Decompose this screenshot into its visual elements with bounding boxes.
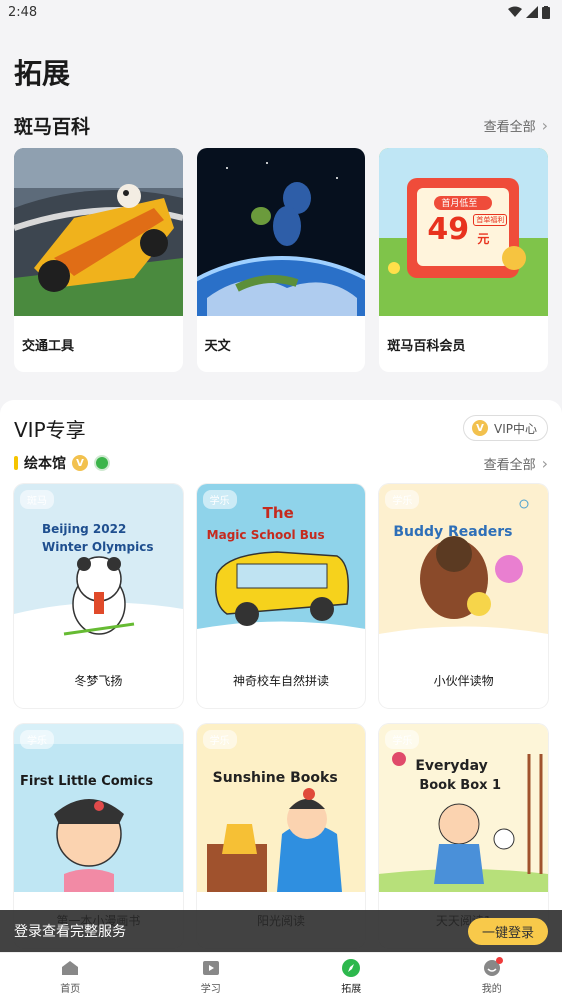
encyclopedia-header: 斑马百科 查看全部 ›: [0, 108, 562, 142]
login-banner-text: 登录查看完整服务: [14, 924, 126, 940]
picture-book-title-group: 绘本馆 V: [14, 453, 110, 473]
book-cover: 斑马 Beijing 2022 Winter Olympics: [14, 484, 183, 652]
tab-label: 我的: [481, 984, 502, 995]
book-cover: 学乐 Buddy Readers: [379, 484, 549, 652]
profile-icon: [483, 957, 503, 977]
green-badge-icon: [94, 455, 110, 471]
vip-header: VIP专享 V VIP中心: [0, 414, 562, 442]
promo-unit: 元: [477, 232, 490, 246]
encyclopedia-card-membership[interactable]: 首月低至 49 元 首单福利 斑马百科会员: [379, 148, 549, 372]
compass-icon: [342, 959, 361, 977]
promo-price: 49: [427, 212, 470, 247]
bottom-tab-bar: 首页 学习 拓展 我的: [0, 952, 562, 1001]
one-click-login-button[interactable]: 一键登录: [467, 917, 548, 945]
tab-label: 学习: [200, 984, 221, 995]
see-all-label: 查看全部: [483, 119, 536, 135]
book-cover-text: Buddy Readers: [393, 524, 513, 540]
book-cover-text: Book Box 1: [419, 778, 502, 793]
page-title: 拓展: [14, 57, 71, 90]
encyclopedia-cards: 交通工具 天文 首月低至 49 元 首单福利 斑马百科会员: [0, 148, 562, 372]
book-tag: 斑马: [20, 490, 54, 509]
vip-badge-icon: V: [72, 455, 88, 471]
status-bar: 2:48: [0, 0, 562, 24]
book-tag: 学乐: [202, 730, 237, 749]
promo-top-text: 首月低至: [441, 199, 478, 209]
race-car-thumbnail: [14, 148, 183, 316]
book-title: 小伙伴读物: [433, 673, 494, 688]
earth-thumbnail: [196, 148, 366, 316]
book-cover: 学乐 The Magic School Bus: [196, 484, 366, 652]
encyclopedia-title: 斑马百科: [14, 115, 91, 138]
book-cover-text: The: [262, 504, 294, 522]
status-icons: [508, 5, 550, 19]
wifi-icon: [508, 6, 522, 17]
book-tag: 学乐: [385, 490, 420, 509]
book-cover-text: Everyday: [415, 758, 488, 774]
tab-label: 拓展: [341, 984, 362, 995]
battery-icon: [542, 5, 550, 19]
book-tag: 学乐: [20, 730, 54, 749]
home-icon: [61, 959, 79, 977]
login-banner: 登录查看完整服务 一键登录: [0, 910, 562, 952]
encyclopedia-card-astronomy[interactable]: 天文: [196, 148, 366, 372]
card-label: 交通工具: [22, 338, 75, 354]
notification-dot: [495, 957, 503, 964]
chevron-right-icon: ›: [541, 115, 548, 135]
signal-icon: [526, 6, 538, 18]
book-card[interactable]: 学乐 The Magic School Bus 神奇校车自然拼读: [196, 484, 366, 708]
book-cover-text: Winter Olympics: [42, 540, 154, 554]
tab-label: 首页: [60, 984, 81, 995]
picture-book-see-all-link[interactable]: 查看全部 ›: [484, 454, 548, 473]
book-cover: 学乐 First Little Comics: [14, 724, 183, 892]
vip-badge-icon: V: [472, 420, 488, 436]
tab-study[interactable]: 学习: [171, 959, 251, 995]
encyclopedia-see-all-link[interactable]: 查看全部 ›: [484, 116, 548, 135]
book-title: 冬梦飞扬: [74, 673, 123, 688]
book-cover-text: Magic School Bus: [206, 528, 325, 542]
picture-book-header: 绘本馆 V 查看全部 ›: [0, 442, 562, 484]
book-cover: 学乐 Sunshine Books: [196, 724, 366, 892]
book-card[interactable]: 学乐 Buddy Readers 小伙伴读物: [379, 484, 549, 708]
tab-home[interactable]: 首页: [30, 959, 110, 995]
vip-center-label: VIP中心: [494, 421, 537, 436]
book-row-1: 斑马 Beijing 2022 Winter Olympics 冬梦飞扬 学乐 …: [0, 484, 562, 708]
book-cover-text: First Little Comics: [20, 774, 154, 789]
play-icon: [202, 959, 220, 977]
section-accent-bar: [14, 456, 18, 470]
tab-explore[interactable]: 拓展: [311, 959, 391, 995]
card-label: 斑马百科会员: [387, 338, 466, 354]
promo-tag: 首单福利: [473, 214, 508, 226]
encyclopedia-card-transport[interactable]: 交通工具: [14, 148, 183, 372]
book-title: 神奇校车自然拼读: [233, 673, 330, 688]
picture-book-title: 绘本馆: [24, 456, 66, 472]
book-card[interactable]: 斑马 Beijing 2022 Winter Olympics 冬梦飞扬: [14, 484, 183, 708]
book-cover-text: Beijing 2022: [42, 522, 127, 536]
card-label: 天文: [204, 338, 231, 354]
membership-promo-thumbnail: 首月低至 49 元 首单福利: [379, 148, 549, 316]
see-all-label: 查看全部: [483, 457, 536, 473]
book-cover: 学乐 Everyday Book Box 1: [379, 724, 549, 892]
tab-mine[interactable]: 我的: [452, 957, 532, 995]
chevron-right-icon: ›: [541, 453, 548, 473]
status-time: 2:48: [8, 4, 38, 20]
vip-center-button[interactable]: V VIP中心: [463, 415, 548, 441]
book-tag: 学乐: [202, 490, 237, 509]
book-tag: 学乐: [385, 730, 420, 749]
vip-title: VIP专享: [14, 417, 86, 442]
book-cover-text: Sunshine Books: [212, 770, 338, 786]
